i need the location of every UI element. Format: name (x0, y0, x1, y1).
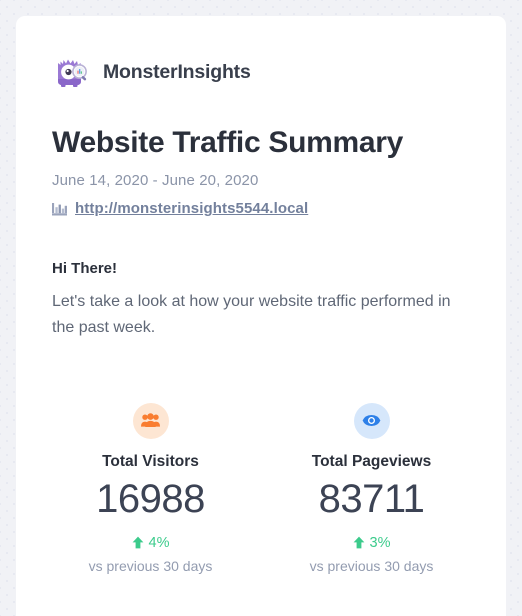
header-block: Website Traffic Summary June 14, 2020 - … (16, 125, 506, 341)
monsterinsights-monster-logo-icon (52, 52, 92, 92)
date-range: June 14, 2020 - June 20, 2020 (52, 172, 259, 189)
email-card: MonsterInsights Website Traffic Summary … (16, 16, 506, 616)
intro-text: Let's take a look at how your website tr… (52, 293, 451, 336)
stat-card-total-visitors: Total Visitors 16988 4% vs previous 30 d… (40, 402, 261, 574)
stat-compare-period: vs previous 30 days (88, 557, 213, 574)
stat-delta-value: 4% (148, 534, 170, 551)
stat-value: 16988 (96, 476, 205, 521)
arrow-up-icon (132, 536, 144, 549)
stat-delta: 3% (261, 535, 482, 551)
bar-chart-icon (52, 202, 67, 216)
stat-value: 83711 (318, 476, 425, 521)
arrow-up-icon (353, 536, 365, 549)
site-url-row: http://monsterinsights5544.local (52, 200, 470, 217)
stat-label: Total Visitors (102, 452, 199, 470)
stats-row: Total Visitors 16988 4% vs previous 30 d… (16, 402, 506, 574)
eye-icon (353, 402, 390, 439)
users-group-icon (132, 402, 169, 439)
stat-delta: 4% (40, 535, 261, 551)
stat-delta-value: 3% (369, 534, 391, 551)
stat-card-total-pageviews: Total Pageviews 83711 3% vs previous 30 … (261, 402, 482, 574)
stat-compare-period: vs previous 30 days (309, 557, 434, 574)
page-title: Website Traffic Summary (52, 126, 404, 159)
brand-name: MonsterInsights (103, 60, 251, 83)
stat-label: Total Pageviews (311, 452, 432, 470)
site-url-link[interactable]: http://monsterinsights5544.local (75, 200, 308, 217)
brand-header: MonsterInsights (16, 16, 506, 92)
greeting-text: Hi There! (52, 260, 118, 277)
